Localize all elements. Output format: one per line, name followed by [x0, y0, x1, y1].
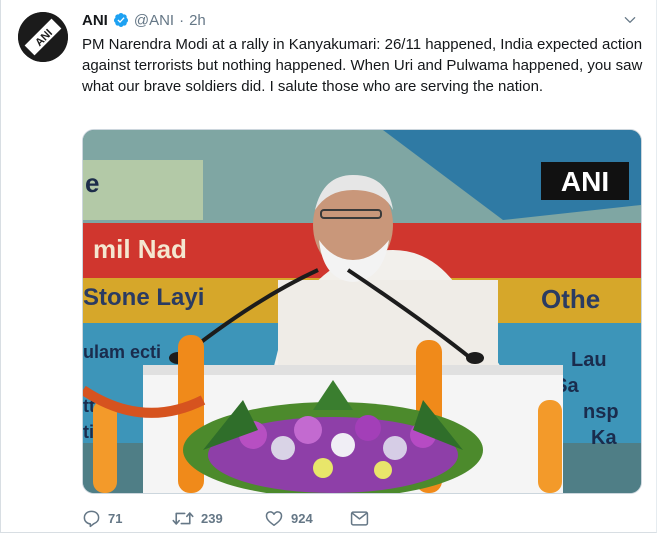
tweet-header: ANI @ANI · 2h [82, 10, 637, 30]
banner-text-3: Stone Layi [83, 284, 204, 311]
retweet-icon [172, 511, 194, 525]
author-name[interactable]: ANI [82, 12, 108, 29]
banner-text-11: ti [83, 422, 94, 442]
reply-icon [83, 510, 100, 527]
retweet-button[interactable]: 239 [172, 509, 264, 528]
banner-text-5: ulam ecti [83, 342, 161, 362]
chevron-down-icon[interactable] [623, 13, 637, 27]
like-count: 924 [291, 510, 313, 526]
tweet-text: PM Narendra Modi at a rally in Kanyakuma… [82, 36, 643, 95]
banner-text-4: Othe [541, 284, 600, 314]
author-handle[interactable]: @ANI [134, 12, 174, 29]
banner-text-1: e [85, 168, 99, 198]
reply-button[interactable]: 71 [82, 509, 172, 528]
banner-text-8: nsp [583, 401, 619, 423]
banner-text-9: Ka [591, 427, 617, 449]
banner-text-6: Lau [571, 349, 607, 371]
like-button[interactable]: 924 [264, 509, 350, 528]
ani-logo: ANI [18, 12, 68, 62]
media-watermark: ANI [561, 166, 609, 197]
envelope-icon [350, 510, 369, 526]
retweet-count: 239 [201, 510, 223, 526]
banner-text-2: mil Nad [93, 234, 187, 264]
tweet-actions: 71 239 924 [82, 505, 462, 531]
heart-icon [265, 510, 283, 526]
reply-count: 71 [108, 510, 123, 526]
rally-photo: e mil Nad Stone Layi Othe ulam ecti Lau … [83, 130, 641, 493]
avatar[interactable]: ANI [18, 12, 68, 62]
tweet-timestamp[interactable]: 2h [189, 12, 206, 29]
verified-badge-icon [113, 13, 128, 27]
tweet-media-image[interactable]: e mil Nad Stone Layi Othe ulam ecti Lau … [82, 129, 642, 494]
header-separator: · [179, 11, 185, 29]
direct-message-button[interactable] [350, 510, 369, 527]
